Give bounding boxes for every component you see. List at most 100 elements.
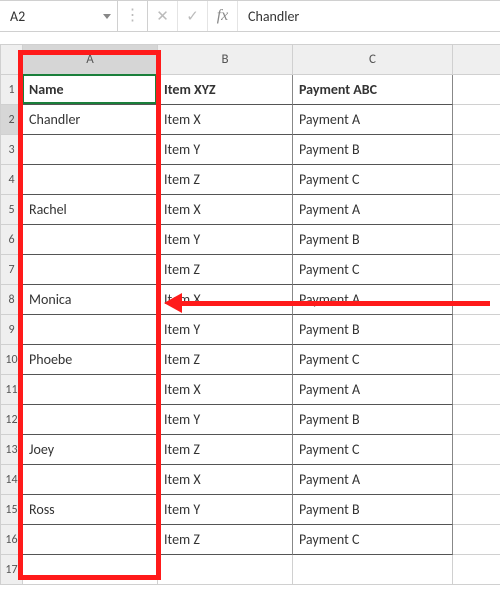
cell-B15[interactable]: Item Y: [158, 495, 293, 525]
cell-C7[interactable]: Payment C: [293, 255, 453, 285]
row-header-16[interactable]: 16: [1, 525, 23, 555]
expand-button[interactable]: ⋮: [118, 1, 148, 31]
cell-B10[interactable]: Item Z: [158, 345, 293, 375]
cell-C14[interactable]: Payment A: [293, 465, 453, 495]
spreadsheet-grid[interactable]: A B C 1 Name Item XYZ Payment ABC 2 Chan…: [0, 44, 500, 585]
chevron-down-icon[interactable]: [103, 14, 111, 19]
row-header-11[interactable]: 11: [1, 375, 23, 405]
cell-A12[interactable]: [23, 405, 158, 435]
cell-B7[interactable]: Item Z: [158, 255, 293, 285]
col-header-B[interactable]: B: [158, 45, 293, 75]
cell-C5[interactable]: Payment A: [293, 195, 453, 225]
cell-B14[interactable]: Item X: [158, 465, 293, 495]
cell-D16[interactable]: [453, 525, 500, 555]
row-header-7[interactable]: 7: [1, 255, 23, 285]
row-header-6[interactable]: 6: [1, 225, 23, 255]
cell-B13[interactable]: Item Z: [158, 435, 293, 465]
cell-C4[interactable]: Payment C: [293, 165, 453, 195]
cell-B9[interactable]: Item Y: [158, 315, 293, 345]
cell-B2[interactable]: Item X: [158, 105, 293, 135]
cell-D15[interactable]: [453, 495, 500, 525]
cell-D10[interactable]: [453, 345, 500, 375]
col-header-C[interactable]: C: [293, 45, 453, 75]
cell-B17[interactable]: [158, 555, 293, 585]
row-header-8[interactable]: 8: [1, 285, 23, 315]
cell-B6[interactable]: Item Y: [158, 225, 293, 255]
cell-C3[interactable]: Payment B: [293, 135, 453, 165]
cell-A6[interactable]: [23, 225, 158, 255]
cell-D7[interactable]: [453, 255, 500, 285]
cell-A4[interactable]: [23, 165, 158, 195]
name-box[interactable]: A2: [0, 1, 118, 31]
cell-B8[interactable]: Item X: [158, 285, 293, 315]
cell-B5[interactable]: Item X: [158, 195, 293, 225]
cell-B12[interactable]: Item Y: [158, 405, 293, 435]
row-header-17[interactable]: 17: [1, 555, 23, 585]
row-header-4[interactable]: 4: [1, 165, 23, 195]
col-header-A[interactable]: A: [23, 45, 158, 75]
cell-A5[interactable]: Rachel: [23, 195, 158, 225]
cell-A8[interactable]: Monica: [23, 285, 158, 315]
cell-A2[interactable]: Chandler: [23, 105, 158, 135]
cell-D13[interactable]: [453, 435, 500, 465]
cell-D11[interactable]: [453, 375, 500, 405]
cell-C6[interactable]: Payment B: [293, 225, 453, 255]
row-header-15[interactable]: 15: [1, 495, 23, 525]
cell-B16[interactable]: Item Z: [158, 525, 293, 555]
cell-A3[interactable]: [23, 135, 158, 165]
cell-D2[interactable]: [453, 105, 500, 135]
cell-A9[interactable]: [23, 315, 158, 345]
row-header-1[interactable]: 1: [1, 75, 23, 105]
cell-C13[interactable]: Payment C: [293, 435, 453, 465]
cell-D14[interactable]: [453, 465, 500, 495]
cell-D4[interactable]: [453, 165, 500, 195]
cell-C16[interactable]: Payment C: [293, 525, 453, 555]
cell-A11[interactable]: [23, 375, 158, 405]
cell-D6[interactable]: [453, 225, 500, 255]
cell-D12[interactable]: [453, 405, 500, 435]
vertical-dots-icon: ⋮: [125, 8, 141, 24]
cell-C9[interactable]: Payment B: [293, 315, 453, 345]
row-header-5[interactable]: 5: [1, 195, 23, 225]
row-header-2[interactable]: 2: [1, 105, 23, 135]
row-header-10[interactable]: 10: [1, 345, 23, 375]
cell-C11[interactable]: Payment A: [293, 375, 453, 405]
col-header-D[interactable]: [453, 45, 500, 75]
row-header-14[interactable]: 14: [1, 465, 23, 495]
select-all-corner[interactable]: [1, 45, 23, 75]
cell-A10[interactable]: Phoebe: [23, 345, 158, 375]
row-header-12[interactable]: 12: [1, 405, 23, 435]
cell-B1[interactable]: Item XYZ: [158, 75, 293, 105]
row-header-3[interactable]: 3: [1, 135, 23, 165]
row-header-13[interactable]: 13: [1, 435, 23, 465]
cell-D1[interactable]: [453, 75, 500, 105]
cell-C10[interactable]: Payment C: [293, 345, 453, 375]
cancel-button[interactable]: ✕: [148, 1, 178, 31]
row-header-9[interactable]: 9: [1, 315, 23, 345]
cell-C8[interactable]: Payment A: [293, 285, 453, 315]
cell-B4[interactable]: Item Z: [158, 165, 293, 195]
cell-A14[interactable]: [23, 465, 158, 495]
confirm-button[interactable]: ✓: [178, 1, 208, 31]
cell-A15[interactable]: Ross: [23, 495, 158, 525]
cell-A13[interactable]: Joey: [23, 435, 158, 465]
cell-D8[interactable]: [453, 285, 500, 315]
cell-C15[interactable]: Payment B: [293, 495, 453, 525]
cell-D9[interactable]: [453, 315, 500, 345]
x-icon: ✕: [156, 7, 169, 26]
cell-A17[interactable]: [23, 555, 158, 585]
formula-input[interactable]: Chandler: [238, 1, 500, 31]
cell-D3[interactable]: [453, 135, 500, 165]
cell-C2[interactable]: Payment A: [293, 105, 453, 135]
cell-C1[interactable]: Payment ABC: [293, 75, 453, 105]
cell-C17[interactable]: [293, 555, 453, 585]
cell-A16[interactable]: [23, 525, 158, 555]
cell-A1[interactable]: Name: [23, 75, 158, 105]
cell-B3[interactable]: Item Y: [158, 135, 293, 165]
cell-A7[interactable]: [23, 255, 158, 285]
cell-C12[interactable]: Payment B: [293, 405, 453, 435]
insert-function-button[interactable]: fx: [208, 1, 238, 31]
cell-D5[interactable]: [453, 195, 500, 225]
cell-D17[interactable]: [453, 555, 500, 585]
cell-B11[interactable]: Item X: [158, 375, 293, 405]
